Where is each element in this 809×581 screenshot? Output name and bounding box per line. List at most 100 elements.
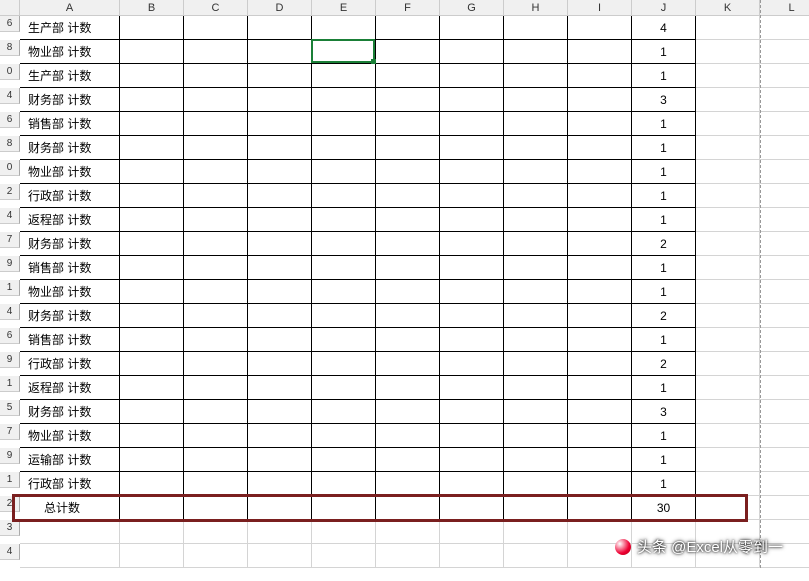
row-header[interactable]: 7 — [0, 232, 20, 248]
count-value[interactable]: 3 — [632, 400, 696, 424]
cell-E[interactable] — [312, 352, 376, 376]
cell-H[interactable] — [504, 424, 568, 448]
cell-I[interactable] — [568, 40, 632, 64]
cell-H[interactable] — [504, 280, 568, 304]
cell-G[interactable] — [440, 448, 504, 472]
total-value[interactable]: 30 — [632, 496, 696, 520]
cell-G[interactable] — [440, 112, 504, 136]
cell-L[interactable] — [760, 112, 809, 136]
cell-B[interactable] — [120, 496, 184, 520]
cell-B[interactable] — [120, 64, 184, 88]
row-header[interactable]: 4 — [0, 88, 20, 104]
column-header-I[interactable]: I — [568, 0, 632, 16]
cell-G[interactable] — [440, 304, 504, 328]
cell-E[interactable] — [312, 16, 376, 40]
cell-L[interactable] — [760, 328, 809, 352]
cell-B[interactable] — [120, 376, 184, 400]
cell-L[interactable] — [760, 64, 809, 88]
row-header[interactable]: 9 — [0, 256, 20, 272]
cell-C[interactable] — [184, 112, 248, 136]
dept-label[interactable]: 销售部 计数 — [20, 112, 120, 136]
row-header[interactable]: 5 — [0, 400, 20, 416]
cell-F[interactable] — [376, 88, 440, 112]
cell-K[interactable] — [696, 280, 760, 304]
column-header-L[interactable]: L — [760, 0, 809, 16]
row-header[interactable]: 2 — [0, 496, 20, 512]
cell-K[interactable] — [696, 64, 760, 88]
cell-D[interactable] — [248, 328, 312, 352]
cell-I[interactable] — [568, 208, 632, 232]
cell-C[interactable] — [184, 544, 248, 568]
cell-I[interactable] — [568, 112, 632, 136]
cell-G[interactable] — [440, 424, 504, 448]
cell-F[interactable] — [376, 520, 440, 544]
dept-label[interactable]: 行政部 计数 — [20, 184, 120, 208]
cell-B[interactable] — [120, 16, 184, 40]
spreadsheet-grid[interactable]: ABCDEFGHIJKL6生产部 计数48物业部 计数10生产部 计数14财务部… — [0, 0, 809, 568]
cell-B[interactable] — [120, 280, 184, 304]
row-header[interactable]: 1 — [0, 280, 20, 296]
cell-F[interactable] — [376, 184, 440, 208]
count-value[interactable]: 1 — [632, 136, 696, 160]
cell-H[interactable] — [504, 16, 568, 40]
cell-H[interactable] — [504, 352, 568, 376]
cell-C[interactable] — [184, 472, 248, 496]
cell-K[interactable] — [696, 424, 760, 448]
cell-H[interactable] — [504, 400, 568, 424]
cell-L[interactable] — [760, 448, 809, 472]
cell-C[interactable] — [184, 328, 248, 352]
row-header[interactable]: 4 — [0, 304, 20, 320]
cell-D[interactable] — [248, 64, 312, 88]
cell-H[interactable] — [504, 40, 568, 64]
cell-G[interactable] — [440, 184, 504, 208]
cell-B[interactable] — [120, 208, 184, 232]
cell-B[interactable] — [120, 88, 184, 112]
cell-L[interactable] — [760, 16, 809, 40]
cell-K[interactable] — [696, 448, 760, 472]
cell-B[interactable] — [120, 136, 184, 160]
cell-K[interactable] — [696, 40, 760, 64]
count-value[interactable]: 2 — [632, 232, 696, 256]
cell-E[interactable] — [312, 184, 376, 208]
cell-F[interactable] — [376, 256, 440, 280]
count-value[interactable]: 1 — [632, 256, 696, 280]
cell-F[interactable] — [376, 352, 440, 376]
cell-H[interactable] — [504, 520, 568, 544]
cell-E[interactable] — [312, 208, 376, 232]
dept-label[interactable]: 销售部 计数 — [20, 256, 120, 280]
cell-C[interactable] — [184, 136, 248, 160]
cell-I[interactable] — [568, 16, 632, 40]
cell-K[interactable] — [696, 88, 760, 112]
cell-B[interactable] — [120, 112, 184, 136]
cell-C[interactable] — [184, 40, 248, 64]
row-header[interactable]: 9 — [0, 448, 20, 464]
cell-I[interactable] — [568, 232, 632, 256]
cell-B[interactable] — [120, 400, 184, 424]
cell-C[interactable] — [184, 208, 248, 232]
cell-F[interactable] — [376, 232, 440, 256]
cell-D[interactable] — [248, 136, 312, 160]
cell-L[interactable] — [760, 352, 809, 376]
row-header[interactable]: 1 — [0, 472, 20, 488]
count-value[interactable]: 2 — [632, 352, 696, 376]
cell-K[interactable] — [696, 208, 760, 232]
cell-I[interactable] — [568, 352, 632, 376]
row-header[interactable]: 3 — [0, 520, 20, 536]
dept-label[interactable]: 运输部 计数 — [20, 448, 120, 472]
column-header-C[interactable]: C — [184, 0, 248, 16]
dept-label[interactable]: 返程部 计数 — [20, 376, 120, 400]
cell-G[interactable] — [440, 136, 504, 160]
cell-B[interactable] — [120, 184, 184, 208]
cell-G[interactable] — [440, 232, 504, 256]
cell-D[interactable] — [248, 544, 312, 568]
cell-G[interactable] — [440, 208, 504, 232]
cell-G[interactable] — [440, 520, 504, 544]
cell-I[interactable] — [568, 472, 632, 496]
dept-label[interactable]: 财务部 计数 — [20, 400, 120, 424]
cell-D[interactable] — [248, 352, 312, 376]
cell-D[interactable] — [248, 280, 312, 304]
cell-H[interactable] — [504, 112, 568, 136]
dept-label[interactable]: 生产部 计数 — [20, 16, 120, 40]
cell-L[interactable] — [760, 280, 809, 304]
dept-label[interactable]: 物业部 计数 — [20, 280, 120, 304]
